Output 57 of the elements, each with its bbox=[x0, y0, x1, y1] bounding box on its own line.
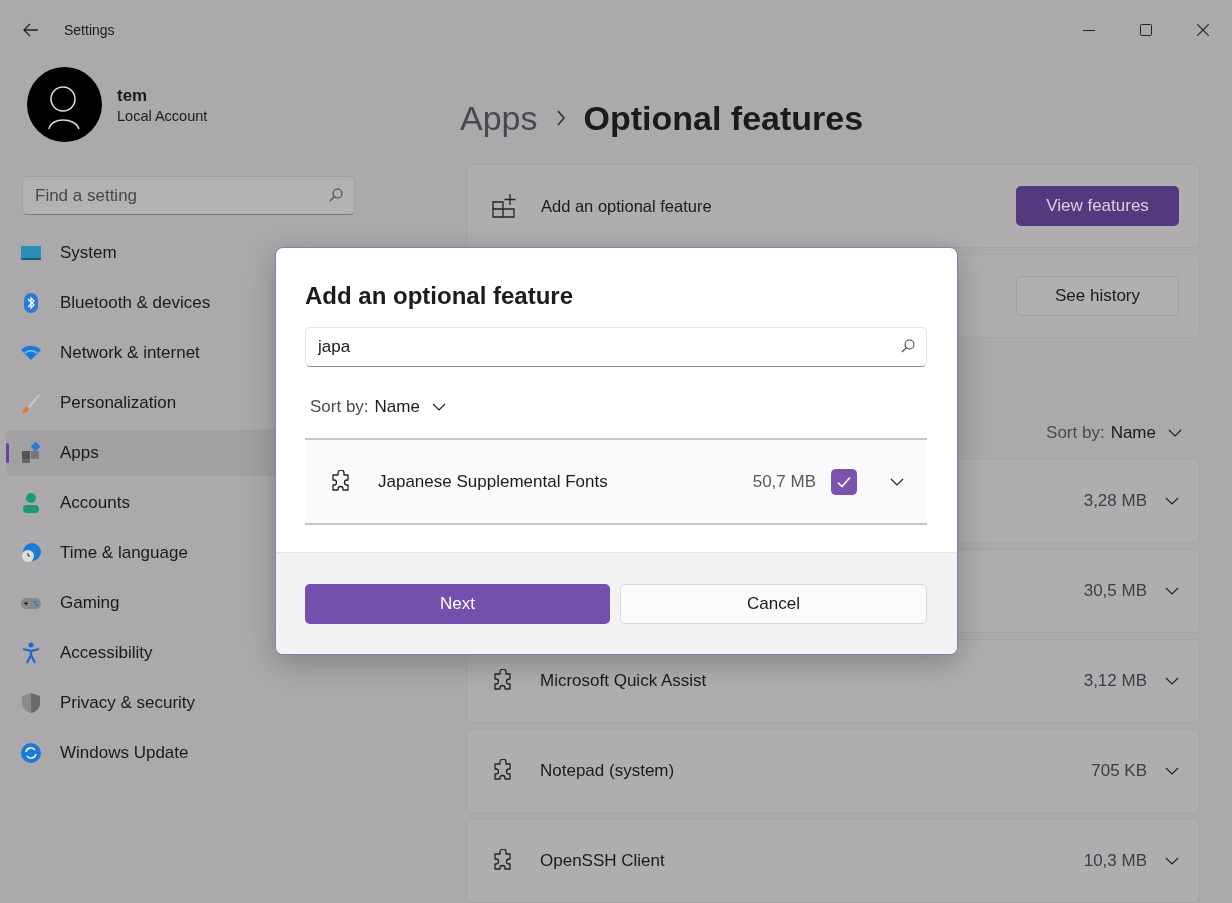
dialog-title: Add an optional feature bbox=[305, 281, 574, 311]
sort-dropdown[interactable]: Name bbox=[1110, 423, 1156, 443]
feature-row[interactable]: Notepad (system) 705 KB bbox=[466, 729, 1200, 813]
feature-row[interactable]: OpenSSH Client 10,3 MB bbox=[466, 819, 1200, 903]
apps-icon bbox=[20, 442, 42, 464]
feature-size: 10,3 MB bbox=[1083, 851, 1147, 871]
person-icon bbox=[20, 492, 42, 514]
nav-item[interactable]: Accessibility bbox=[6, 630, 460, 676]
feature-name: Notepad (system) bbox=[540, 761, 675, 781]
search-icon bbox=[329, 188, 343, 202]
chevron-down-icon[interactable] bbox=[1165, 587, 1179, 595]
breadcrumb-parent[interactable]: Apps bbox=[460, 98, 538, 138]
view-features-button[interactable]: View features bbox=[1016, 186, 1179, 226]
globe-icon bbox=[20, 542, 42, 564]
cancel-button[interactable]: Cancel bbox=[620, 583, 927, 624]
add-grid-icon bbox=[491, 193, 517, 219]
chevron-down-icon[interactable] bbox=[1165, 857, 1179, 865]
brush-icon bbox=[20, 392, 42, 414]
feature-size: 3,12 MB bbox=[1083, 671, 1147, 691]
nav-item[interactable]: Windows Update bbox=[6, 730, 460, 776]
feature-size: 705 KB bbox=[1091, 761, 1147, 781]
sort-dropdown[interactable]: Name bbox=[374, 397, 420, 417]
chevron-down-icon[interactable] bbox=[1165, 677, 1179, 685]
sort-label: Sort by: bbox=[1046, 423, 1105, 443]
feature-size: 50,7 MB bbox=[752, 471, 816, 492]
back-arrow-icon[interactable] bbox=[23, 22, 39, 37]
page-title: Optional features bbox=[583, 98, 864, 138]
account-type: Local Account bbox=[117, 107, 208, 124]
close-icon[interactable] bbox=[1197, 23, 1209, 36]
feature-name: Microsoft Quick Assist bbox=[540, 671, 707, 691]
nav-item[interactable]: Time & language bbox=[6, 530, 460, 576]
card-label: Add an optional feature bbox=[541, 196, 712, 216]
shield-icon bbox=[20, 692, 42, 714]
maximize-icon[interactable] bbox=[1140, 23, 1152, 36]
sort-label: Sort by: bbox=[310, 397, 369, 417]
update-icon bbox=[20, 742, 42, 764]
accessibility-icon bbox=[20, 642, 42, 664]
feature-name: OpenSSH Client bbox=[540, 851, 665, 871]
user-name: tem bbox=[117, 85, 149, 106]
chevron-down-icon[interactable] bbox=[890, 477, 904, 486]
feature-size: 3,28 MB bbox=[1083, 491, 1147, 511]
chevron-down-icon[interactable] bbox=[1165, 767, 1179, 775]
feature-row[interactable]: Japanese Supplemental Fonts 50,7 MB bbox=[305, 440, 927, 523]
feature-size: 30,5 MB bbox=[1083, 581, 1147, 601]
next-button[interactable]: Next bbox=[305, 583, 610, 624]
checkbox[interactable] bbox=[831, 468, 857, 495]
see-history-button[interactable]: See history bbox=[1016, 276, 1179, 316]
chevron-down-icon bbox=[431, 403, 446, 411]
nav-item[interactable]: Privacy & security bbox=[6, 680, 460, 726]
window-title: Settings bbox=[64, 21, 115, 38]
chevron-down-icon[interactable] bbox=[1165, 497, 1179, 505]
nav-item[interactable]: System bbox=[6, 230, 460, 276]
search-field[interactable]: Find a setting bbox=[22, 176, 355, 215]
search-icon bbox=[901, 339, 915, 353]
search-field[interactable]: japa bbox=[305, 327, 927, 367]
chevron-down-icon bbox=[1168, 429, 1182, 437]
chevron-right-icon bbox=[555, 110, 566, 126]
